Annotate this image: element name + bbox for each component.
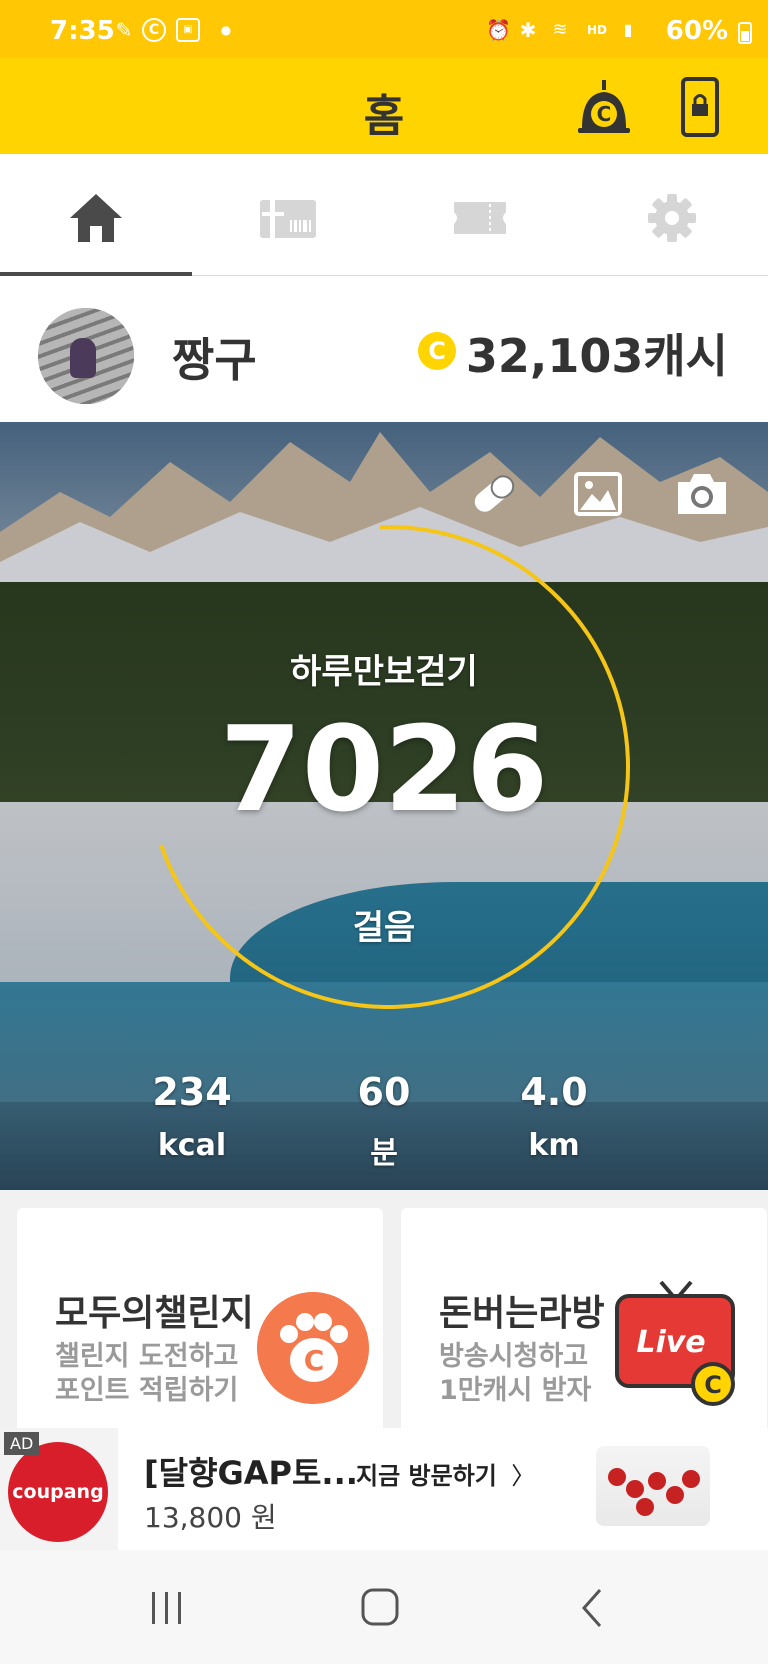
signature-icon: ✎ (115, 18, 133, 42)
bluetooth-icon: ✱ (519, 18, 537, 42)
tab-gift[interactable] (192, 154, 384, 276)
card-subtitle: 포인트 적립하기 (55, 1375, 239, 1406)
hd-voice-icon: HD (586, 23, 607, 37)
status-time: 7:35 (50, 16, 115, 46)
stat-calories: 234 kcal (112, 1070, 272, 1163)
step-unit-label: 걸음 (352, 908, 416, 948)
feature-cards: 모두의챌린지 챌린지 도전하고 포인트 적립하기 C 돈버는라방 방송시청하고 … (0, 1190, 768, 1438)
stat-unit: kcal (157, 1128, 227, 1163)
tab-home[interactable] (0, 154, 192, 277)
ad-tag: AD (4, 1432, 40, 1455)
ad-visit-button[interactable]: 지금 방문하기 〉 (356, 1456, 535, 1491)
step-goal-label: 하루만보걷기 (290, 652, 478, 692)
ad-product-image (596, 1446, 710, 1526)
stat-minutes: 60 분 (304, 1070, 464, 1172)
ad-price: 13,800 원 (144, 1501, 277, 1534)
alarm-icon: ⏰ (486, 18, 511, 42)
status-bar: 7:35 ✎ C ▣ ● ⏰ ✱ ≋ HD ▮ 60% (0, 0, 768, 58)
paw-coin-icon: C (257, 1292, 369, 1404)
live-card[interactable]: 돈버는라방 방송시청하고 1만캐시 받자 Live C (401, 1208, 767, 1438)
image-icon[interactable] (570, 470, 626, 518)
app-notification-icon: ▣ (176, 18, 200, 42)
wifi-icon: ≋ (552, 19, 568, 40)
challenge-card[interactable]: 모두의챌린지 챌린지 도전하고 포인트 적립하기 C (17, 1208, 383, 1438)
gift-card-icon (260, 200, 316, 238)
cash-bell-icon[interactable]: C (574, 76, 634, 136)
dot-icon: ● (220, 23, 232, 37)
svg-text:C: C (304, 1344, 325, 1377)
signal-icon: ▮ (623, 20, 633, 39)
step-count[interactable]: 7026 (0, 700, 768, 838)
user-name: 짱구 (172, 333, 257, 387)
stat-distance: 4.0 km (474, 1070, 634, 1163)
live-tv-icon: Live C (615, 1280, 735, 1406)
recent-apps-icon[interactable] (136, 1586, 196, 1630)
avatar[interactable] (38, 308, 134, 404)
ticket-icon (454, 202, 506, 234)
page-title: 홈 (363, 91, 405, 142)
profile-row: 짱구 C 32,103캐시 (0, 276, 768, 422)
system-navbar (0, 1550, 768, 1664)
card-subtitle: 1만캐시 받자 (439, 1375, 592, 1406)
stat-value: 234 (152, 1070, 232, 1114)
stat-value: 4.0 (520, 1070, 588, 1114)
gear-icon (648, 194, 696, 242)
svg-text:C: C (597, 102, 612, 126)
back-icon[interactable] (564, 1586, 624, 1630)
live-badge: Live (636, 1325, 705, 1360)
stat-unit: 분 (370, 1136, 398, 1171)
stat-value: 60 (357, 1070, 411, 1114)
svg-text:C: C (704, 1371, 722, 1399)
ad-banner[interactable]: coupang AD [달향GAP토... 13,800 원 지금 방문하기 〉 (0, 1428, 768, 1550)
chevron-right-icon: 〉 (511, 1462, 536, 1490)
lock-screen-icon[interactable] (680, 76, 720, 138)
tab-settings[interactable] (576, 154, 768, 276)
card-title: 모두의챌린지 (55, 1293, 254, 1334)
stat-unit: km (528, 1128, 580, 1163)
tab-ticket[interactable] (384, 154, 576, 276)
home-nav-icon[interactable] (350, 1586, 410, 1630)
cash-balance[interactable]: 32,103캐시 (466, 320, 728, 386)
camera-icon[interactable] (674, 470, 730, 518)
battery-icon (738, 22, 752, 44)
card-title: 돈버는라방 (439, 1293, 605, 1334)
cash-coin-icon: C (418, 332, 456, 370)
app-header: 홈 C (0, 58, 768, 154)
tab-bar (0, 154, 768, 277)
ad-title: [달향GAP토... (144, 1454, 358, 1492)
pill-icon[interactable] (466, 470, 522, 518)
c-coin-icon: C (142, 18, 166, 42)
battery-percent: 60% (665, 16, 728, 46)
ad-cta-label: 지금 방문하기 (356, 1462, 497, 1490)
coupang-logo: coupang (8, 1442, 108, 1542)
step-counter-hero: 하루만보걷기 7026 걸음 234 kcal 60 분 4.0 km (0, 422, 768, 1190)
home-icon (70, 194, 122, 242)
